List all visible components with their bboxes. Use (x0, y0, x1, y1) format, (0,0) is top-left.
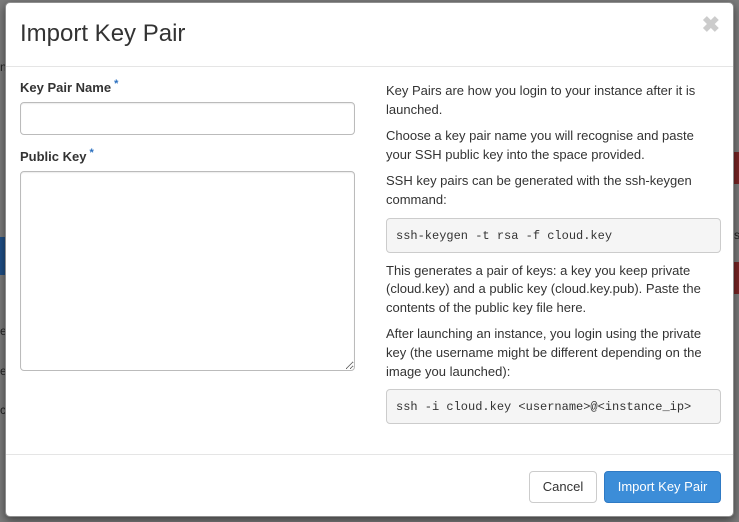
public-key-textarea[interactable] (20, 171, 355, 371)
help-paragraph: Key Pairs are how you login to your inst… (386, 83, 696, 117)
public-key-label-text: Public Key (20, 149, 87, 164)
cancel-button[interactable]: Cancel (529, 471, 597, 503)
modal-title: Import Key Pair (20, 20, 186, 47)
help-paragraph: After launching an instance, you login u… (386, 326, 702, 379)
ssh-command-code: ssh -i cloud.key <username>@<instance_ip… (386, 389, 721, 425)
help-column: Key Pairs are how you login to your inst… (386, 82, 721, 433)
import-key-pair-button[interactable]: Import Key Pair (604, 471, 721, 503)
required-marker: * (89, 147, 94, 159)
help-paragraph: Choose a key pair name you will recognis… (386, 128, 694, 162)
keygen-command-code: ssh-keygen -t rsa -f cloud.key (386, 217, 721, 253)
help-paragraph: SSH key pairs can be generated with the … (386, 173, 692, 207)
close-icon[interactable]: ✖ (702, 14, 720, 36)
public-key-label: Public Key * (20, 147, 356, 165)
key-pair-name-label-text: Key Pair Name (20, 80, 112, 95)
modal-footer: Cancel Import Key Pair (6, 454, 733, 517)
key-pair-name-input[interactable] (20, 102, 355, 135)
modal-header: Import Key Pair ✖ (6, 3, 733, 67)
key-pair-name-label: Key Pair Name * (20, 78, 356, 96)
import-key-pair-dialog: Import Key Pair ✖ Key Pair Name * Public … (5, 2, 734, 517)
background-text-fragment: s (734, 228, 739, 242)
required-marker: * (114, 78, 119, 90)
form-column: Key Pair Name * Public Key * (20, 78, 356, 371)
help-paragraph: This generates a pair of keys: a key you… (386, 262, 701, 315)
